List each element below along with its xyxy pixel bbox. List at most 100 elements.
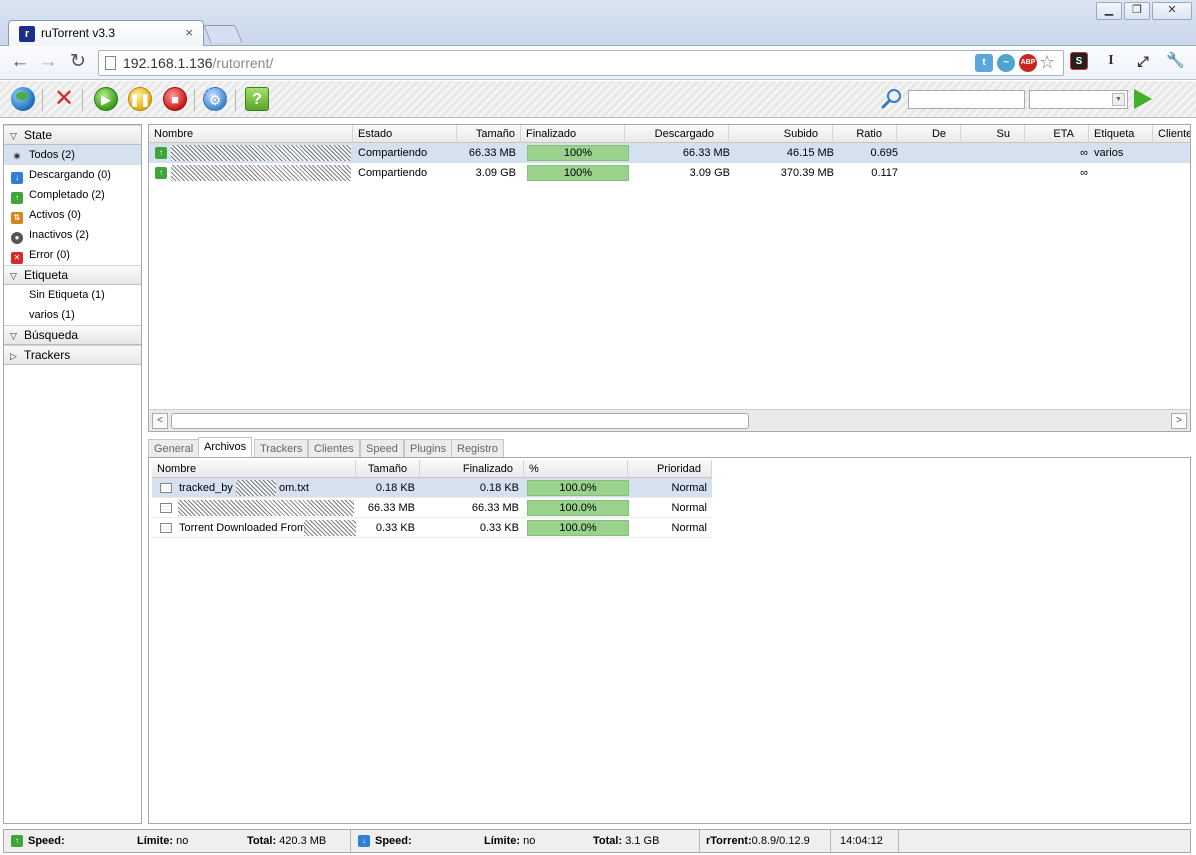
download-speed-label: Speed: <box>375 835 412 847</box>
stop-icon[interactable]: ■ <box>163 87 187 111</box>
torrent-row[interactable]: ↑ Compartiendo 3.09 GB 100% 3.09 GB 370.… <box>149 163 1190 183</box>
wrench-icon[interactable]: 🔧 <box>1166 52 1185 70</box>
horizontal-scrollbar[interactable]: < > <box>149 409 1190 431</box>
scrollbar-thumb[interactable] <box>171 413 749 429</box>
torrent-ratio: 0.117 <box>871 167 898 179</box>
sidebar-header-label: State <box>24 128 53 142</box>
sidebar-item-sin-etiqueta[interactable]: Sin Etiqueta (1) <box>4 285 141 305</box>
bookmark-star-icon[interactable]: ☆ <box>1039 52 1055 73</box>
column-header-nombre[interactable]: Nombre <box>149 125 353 143</box>
file-name-prefix: tracked_by <box>179 482 233 494</box>
toolbar-divider <box>82 89 83 111</box>
sidebar-item-label: Inactivos (2) <box>29 229 89 241</box>
torrent-ratio: 0.695 <box>870 147 898 159</box>
remove-icon[interactable]: ✕ <box>52 87 76 111</box>
download-limit-value[interactable]: no <box>523 835 535 847</box>
help-icon[interactable]: ? <box>245 87 269 111</box>
i-extension-icon[interactable]: I <box>1102 52 1120 70</box>
feed-extension-icon[interactable]: ~ <box>997 54 1015 72</box>
twitter-extension-icon[interactable]: t <box>975 54 993 72</box>
reload-icon[interactable]: ↻ <box>66 51 90 75</box>
column-header-su[interactable]: Su <box>961 125 1025 143</box>
file-progress-bar: 100.0% <box>527 500 629 516</box>
scroll-right-icon[interactable]: > <box>1171 413 1187 429</box>
forward-icon[interactable]: → <box>36 51 60 75</box>
close-icon[interactable]: ✕ <box>1152 2 1192 20</box>
active-icon: ⇅ <box>11 212 23 224</box>
tab-general[interactable]: General <box>148 439 200 458</box>
s-extension-icon[interactable]: S <box>1070 52 1088 70</box>
new-tab-button[interactable] <box>203 25 243 43</box>
column-header-estado[interactable]: Estado <box>353 125 457 143</box>
sidebar-header-busqueda[interactable]: ▽ Búsqueda <box>4 325 141 345</box>
column-header-ratio[interactable]: Ratio <box>833 125 897 143</box>
torrent-list-header: Nombre Estado Tamaño Finalizado Descarga… <box>149 125 1190 143</box>
collapse-icon: ▽ <box>10 131 17 141</box>
sidebar-header-trackers[interactable]: ▷ Trackers <box>4 345 141 365</box>
column-header-tamano[interactable]: Tamaño <box>457 125 521 143</box>
file-row[interactable]: 66.33 MB 66.33 MB 100.0% Normal <box>152 498 712 518</box>
upload-limit-value[interactable]: no <box>176 835 188 847</box>
url-text[interactable]: 192.168.1.136/rutorrent/ <box>123 55 273 71</box>
browser-navbar: ← → ↻ 192.168.1.136/rutorrent/ t ~ ABP ☆… <box>0 46 1196 80</box>
settings-icon[interactable]: ⚙ <box>203 87 227 111</box>
status-divider <box>350 830 351 852</box>
file-icon <box>160 483 172 493</box>
address-bar[interactable]: 192.168.1.136/rutorrent/ t ~ ABP ☆ <box>98 50 1064 76</box>
scroll-left-icon[interactable]: < <box>152 413 168 429</box>
column-header-tamano[interactable]: Tamaño <box>356 460 420 478</box>
file-priority: Normal <box>671 482 707 494</box>
sidebar-item-varios[interactable]: varios (1) <box>4 305 141 325</box>
column-header-prioridad[interactable]: Prioridad <box>628 460 712 478</box>
column-header-finalizado[interactable]: Finalizado <box>521 125 625 143</box>
tab-registro[interactable]: Registro <box>451 439 504 458</box>
extension-icon[interactable]: ⤢ <box>1134 52 1152 70</box>
file-priority: Normal <box>671 522 707 534</box>
tab-plugins[interactable]: Plugins <box>404 439 453 458</box>
torrent-seeds <box>961 163 1025 183</box>
file-row[interactable]: Torrent Downloaded From 0.33 KB 0.33 KB … <box>152 518 712 538</box>
torrent-seeds <box>961 143 1025 163</box>
column-header-clientes[interactable]: Clientes <box>1153 125 1190 143</box>
tab-close-icon[interactable]: × <box>185 25 193 40</box>
tab-archivos[interactable]: Archivos <box>198 437 253 458</box>
sidebar-header-state[interactable]: ▽ State <box>4 125 141 145</box>
upload-speed-label: Speed: <box>28 835 65 847</box>
upload-total-value: 420.3 MB <box>279 835 327 847</box>
browser-tab[interactable]: r ruTorrent v3.3 × <box>8 20 204 46</box>
search-go-icon[interactable] <box>1134 89 1152 109</box>
back-icon[interactable]: ← <box>8 51 32 75</box>
search-engine-select[interactable]: ▼ <box>1029 90 1128 109</box>
column-header-nombre[interactable]: Nombre <box>152 460 356 478</box>
column-header-de[interactable]: De <box>897 125 961 143</box>
sidebar-item-activos[interactable]: ⇅ Activos (0) <box>4 205 141 225</box>
browser-titlebar: r ruTorrent v3.3 × ▁ ❐ ✕ <box>0 0 1196 46</box>
tab-clientes[interactable]: Clientes <box>308 439 360 458</box>
sidebar-item-descargando[interactable]: ↓ Descargando (0) <box>4 165 141 185</box>
column-header-eta[interactable]: ETA <box>1025 125 1089 143</box>
column-header-descargado[interactable]: Descargado <box>625 125 729 143</box>
adblock-icon[interactable]: ABP <box>1019 54 1037 72</box>
sidebar-item-todos[interactable]: ✷ Todos (2) <box>4 145 141 165</box>
restore-icon[interactable]: ❐ <box>1124 2 1150 20</box>
pause-icon[interactable]: ❚❚ <box>128 87 152 111</box>
search-input[interactable] <box>908 90 1025 109</box>
sidebar-header-etiqueta[interactable]: ▽ Etiqueta <box>4 265 141 285</box>
file-row[interactable]: tracked_by om.txt 0.18 KB 0.18 KB 100.0%… <box>152 478 712 498</box>
column-header-finalizado[interactable]: Finalizado <box>420 460 524 478</box>
start-icon[interactable]: ▶ <box>94 87 118 111</box>
tab-speed[interactable]: Speed <box>360 439 404 458</box>
search-icon[interactable] <box>880 87 904 111</box>
torrent-row[interactable]: ↑ Compartiendo 66.33 MB 100% 66.33 MB 46… <box>149 143 1190 163</box>
column-header-subido[interactable]: Subido <box>729 125 833 143</box>
sidebar-item-completado[interactable]: ↑ Completado (2) <box>4 185 141 205</box>
column-header-etiqueta[interactable]: Etiqueta <box>1089 125 1153 143</box>
torrent-peers <box>897 163 961 183</box>
column-header-percent[interactable]: % <box>524 460 628 478</box>
sidebar-header-label: Búsqueda <box>24 328 79 342</box>
add-torrent-icon[interactable] <box>11 87 35 111</box>
tab-trackers[interactable]: Trackers <box>254 439 309 458</box>
minimize-icon[interactable]: ▁ <box>1096 2 1122 20</box>
sidebar-item-error[interactable]: ✕ Error (0) <box>4 245 141 265</box>
sidebar-item-inactivos[interactable]: ● Inactivos (2) <box>4 225 141 245</box>
